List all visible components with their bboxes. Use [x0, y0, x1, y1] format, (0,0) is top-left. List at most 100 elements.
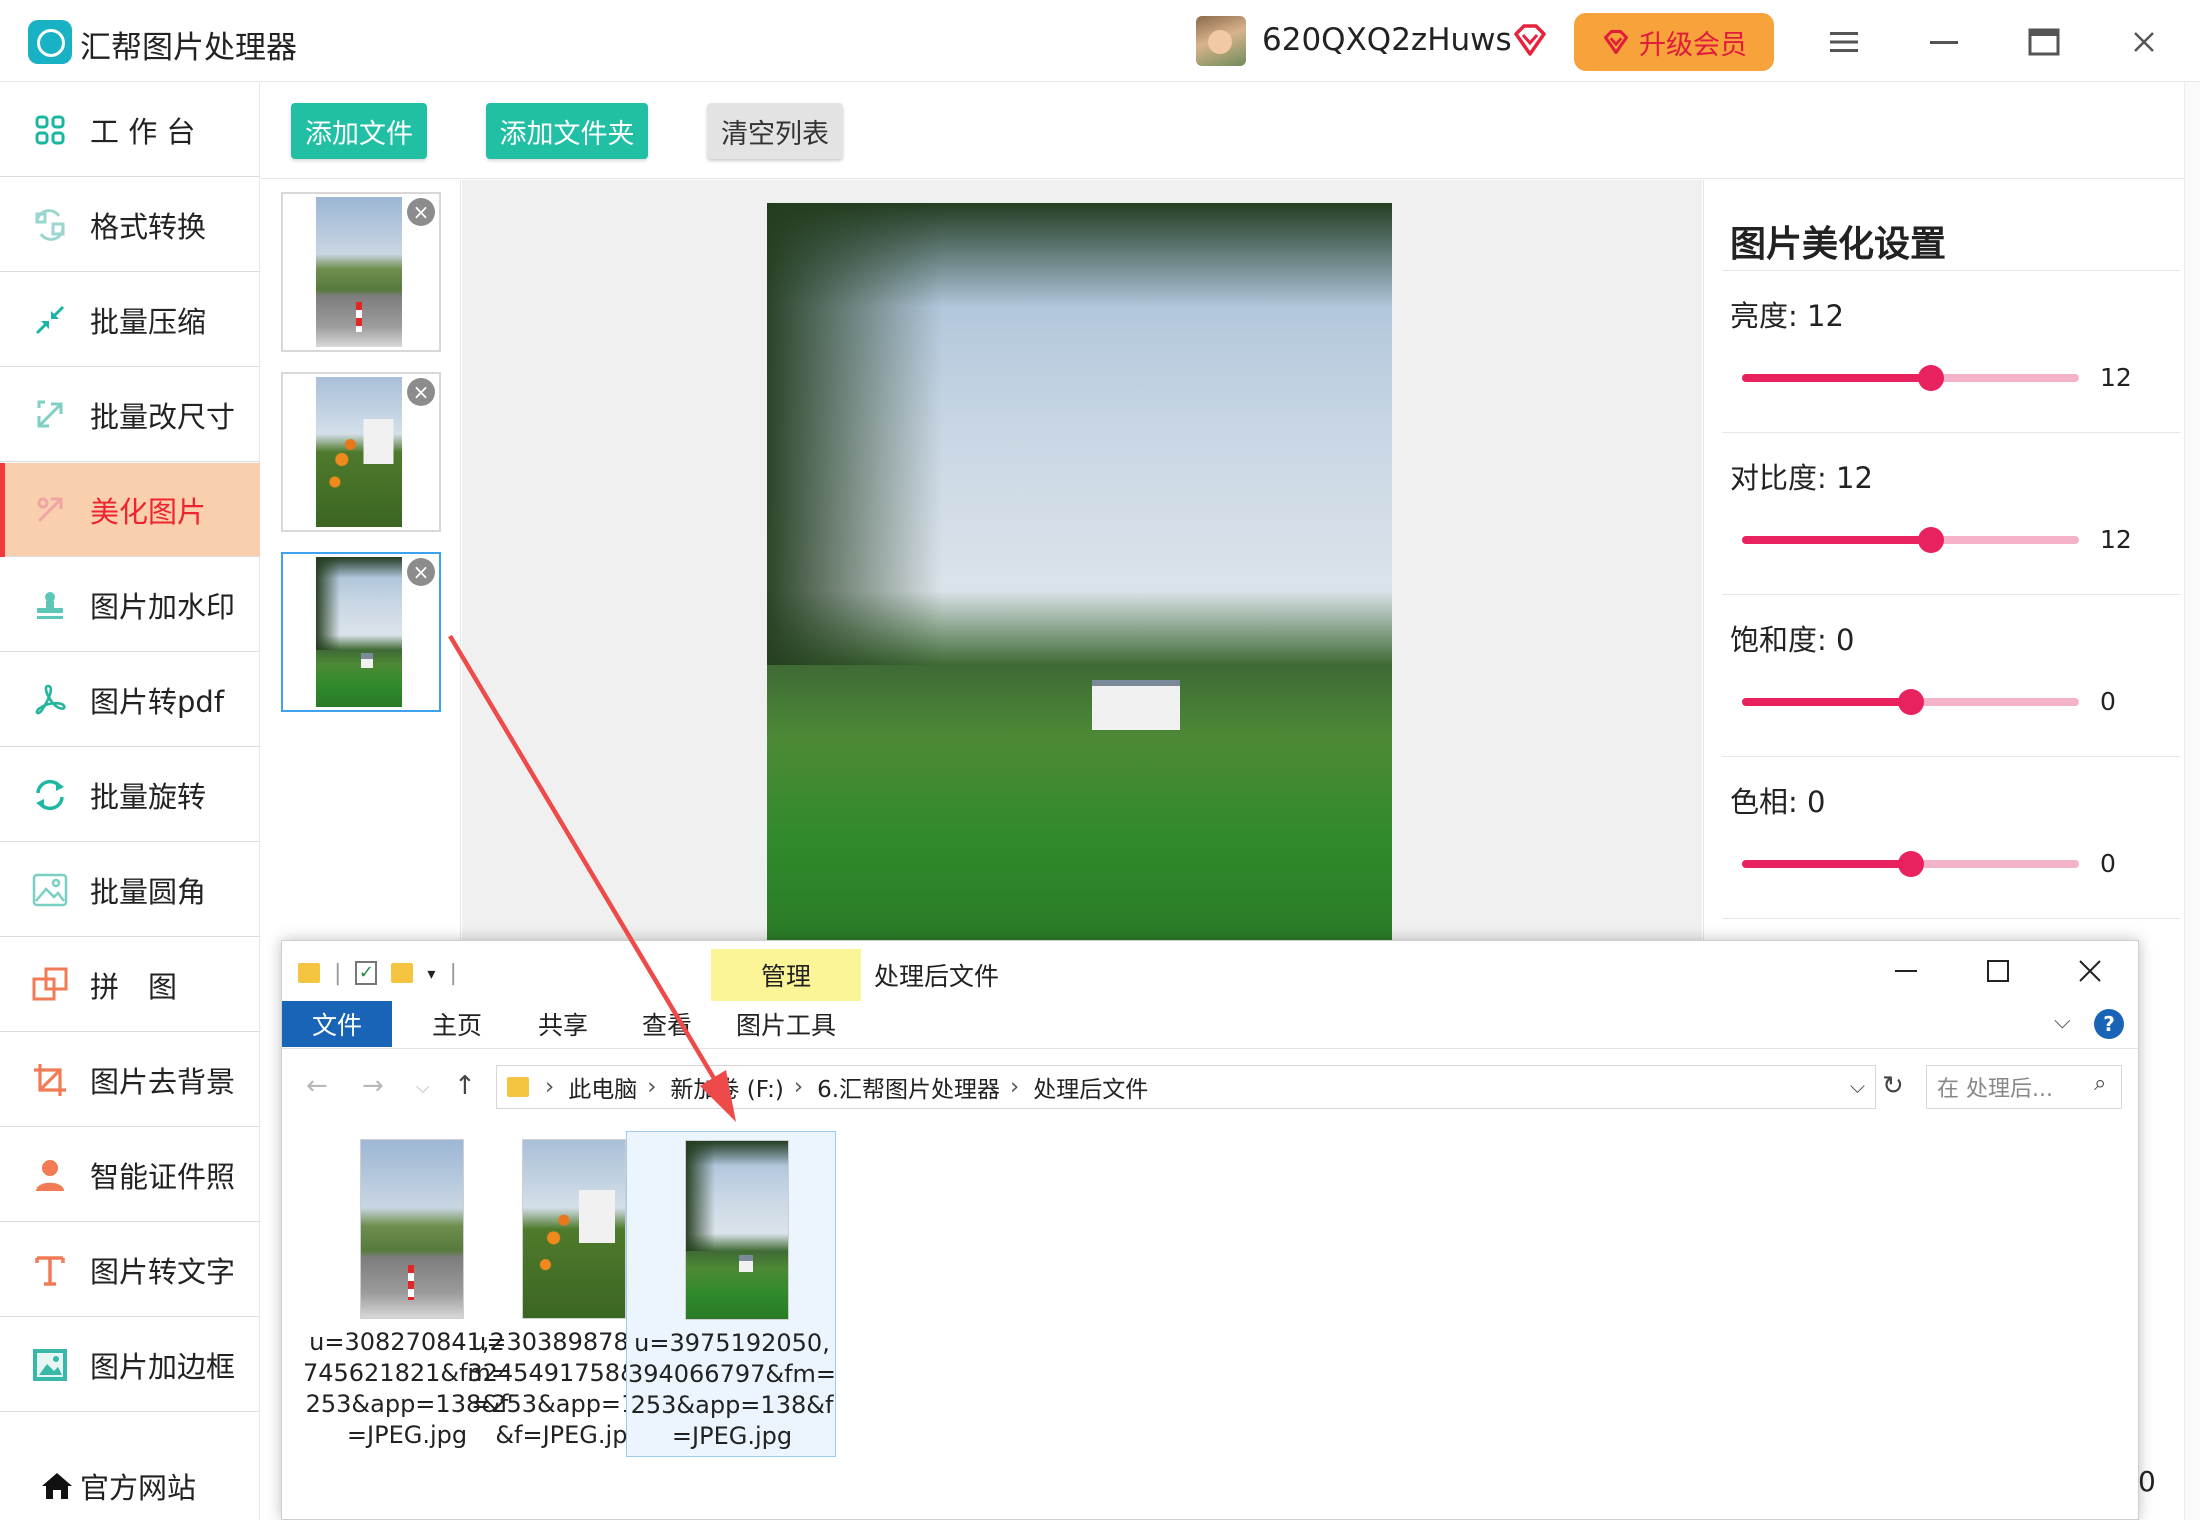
- maximize-icon[interactable]: [2022, 20, 2066, 64]
- puzzle-icon: [32, 967, 68, 1003]
- properties-icon[interactable]: ✓: [355, 961, 378, 985]
- app-logo-icon: [28, 20, 72, 64]
- clear-list-button[interactable]: 清空列表: [707, 103, 843, 159]
- remove-icon[interactable]: ×: [407, 198, 435, 226]
- sidebar-item-batch-compress[interactable]: 批量压缩: [0, 273, 260, 367]
- sidebar-item-puzzle[interactable]: 拼 图: [0, 938, 260, 1032]
- manage-tab[interactable]: 管理: [711, 949, 861, 1001]
- sidebar-item-label: 格式转换: [90, 209, 207, 244]
- remove-icon[interactable]: ×: [407, 378, 435, 406]
- thumbnail-item-selected[interactable]: ×: [281, 552, 441, 712]
- minimize-icon[interactable]: [1876, 951, 1936, 991]
- sidebar-item-label: 拼 图: [90, 969, 178, 1004]
- sidebar-item-label: 图片加水印: [90, 589, 236, 624]
- slider-handle[interactable]: [1897, 689, 1924, 715]
- sidebar-item-label: 批量压缩: [90, 304, 207, 339]
- file-thumbnail: [360, 1139, 464, 1319]
- hamburger-icon[interactable]: [1822, 20, 1866, 64]
- add-file-button[interactable]: 添加文件: [291, 103, 427, 159]
- sidebar-item-format-convert[interactable]: 格式转换: [0, 178, 260, 272]
- scrollbar[interactable]: [2184, 82, 2200, 1520]
- hue-value: 0: [2100, 849, 2116, 878]
- preview-image: [767, 203, 1392, 948]
- grid-icon: [32, 112, 68, 148]
- sidebar-item-workbench[interactable]: 工 作 台: [0, 83, 260, 177]
- slider-fill: [1742, 536, 1931, 544]
- sidebar-item-label: 美化图片: [90, 494, 207, 529]
- tab-view[interactable]: 查看: [612, 1001, 722, 1047]
- frame-icon: [32, 1347, 68, 1383]
- slider-handle[interactable]: [1897, 851, 1924, 877]
- breadcrumb-app-folder[interactable]: 6.汇帮图片处理器: [817, 1070, 1000, 1104]
- address-bar[interactable]: › 此电脑 › 新加卷 (F:) › 6.汇帮图片处理器 › 处理后文件 ⌵: [496, 1065, 1876, 1109]
- breadcrumb-drive[interactable]: 新加卷 (F:): [670, 1070, 783, 1104]
- ribbon-tabs: 文件 主页 共享 查看 图片工具 ⌵ ?: [282, 1001, 2138, 1049]
- maximize-icon[interactable]: [1968, 951, 2028, 991]
- breadcrumb-this-pc[interactable]: 此电脑: [568, 1070, 637, 1104]
- search-icon[interactable]: ⌕: [2094, 1071, 2106, 1096]
- close-icon[interactable]: [2122, 20, 2166, 64]
- help-icon[interactable]: ?: [2094, 1009, 2124, 1039]
- sidebar: 工 作 台 格式转换 批量压缩 批量改尺寸 美化图片 图片加水印 图片转pdf …: [0, 83, 260, 1520]
- brightness-slider[interactable]: [1742, 365, 2079, 391]
- divider: [1722, 270, 2180, 271]
- rotate-icon: [32, 777, 68, 813]
- text-icon: [32, 1252, 68, 1288]
- search-input[interactable]: 在 处理后...: [1926, 1065, 2122, 1109]
- navigation-bar: ← → ⌵ ↑ › 此电脑 › 新加卷 (F:) › 6.汇帮图片处理器 › 处…: [282, 1059, 2138, 1115]
- new-folder-icon[interactable]: [391, 963, 414, 983]
- hue-slider[interactable]: [1742, 851, 2079, 877]
- saturation-slider[interactable]: [1742, 689, 2079, 715]
- forward-icon[interactable]: →: [362, 1071, 384, 1101]
- contrast-label: 对比度: 12: [1730, 461, 1873, 495]
- thumbnail-item[interactable]: ×: [281, 372, 441, 532]
- up-icon[interactable]: ↑: [454, 1071, 476, 1101]
- chevron-down-icon[interactable]: ⌵: [416, 1077, 430, 1098]
- explorer-title: 处理后文件: [874, 962, 1000, 991]
- slider-handle[interactable]: [1917, 365, 1944, 391]
- tab-share[interactable]: 共享: [508, 1001, 618, 1047]
- slider-handle[interactable]: [1917, 527, 1944, 553]
- upgrade-label: 升级会员: [1639, 29, 1747, 61]
- chevron-down-icon[interactable]: ⌵: [1850, 1074, 1865, 1098]
- refresh-icon[interactable]: ↻: [1882, 1071, 1904, 1101]
- crop-icon: [32, 1062, 68, 1098]
- sidebar-item-border[interactable]: 图片加边框: [0, 1318, 260, 1412]
- file-item-selected[interactable]: u=3975192050,394066797&fm=253&app=138&f=…: [626, 1131, 836, 1457]
- upgrade-vip-button[interactable]: 升级会员: [1574, 13, 1774, 71]
- back-icon[interactable]: ←: [306, 1071, 328, 1101]
- tab-picture-tools[interactable]: 图片工具: [711, 1001, 861, 1047]
- sidebar-item-batch-rotate[interactable]: 批量旋转: [0, 748, 260, 842]
- brightness-label: 亮度: 12: [1730, 299, 1844, 333]
- breadcrumb-output-folder[interactable]: 处理后文件: [1033, 1070, 1148, 1104]
- close-icon[interactable]: [2060, 951, 2120, 991]
- add-folder-button[interactable]: 添加文件夹: [486, 103, 648, 159]
- sidebar-item-id-photo[interactable]: 智能证件照: [0, 1128, 260, 1222]
- file-name: u=3975192050,394066797&fm=253&app=138&f=…: [627, 1329, 837, 1450]
- beautify-icon: [32, 492, 68, 528]
- tab-file[interactable]: 文件: [282, 1001, 392, 1047]
- sidebar-item-beautify[interactable]: 美化图片: [0, 463, 260, 557]
- thumbnail-item[interactable]: ×: [281, 192, 441, 352]
- edge-text: 0: [2138, 1465, 2156, 1498]
- sidebar-item-round-corner[interactable]: 批量圆角: [0, 843, 260, 937]
- sidebar-item-to-pdf[interactable]: 图片转pdf: [0, 653, 260, 747]
- sidebar-item-watermark[interactable]: 图片加水印: [0, 558, 260, 652]
- sidebar-item-batch-resize[interactable]: 批量改尺寸: [0, 368, 260, 462]
- folder-icon[interactable]: [298, 963, 320, 983]
- username[interactable]: 620QXQ2zHuws: [1262, 22, 1512, 58]
- contrast-slider[interactable]: [1742, 527, 2079, 553]
- official-website-link[interactable]: 官方网站: [40, 1465, 196, 1507]
- divider: [1722, 432, 2180, 433]
- minimize-icon[interactable]: [1922, 20, 1966, 64]
- sidebar-item-label: 工 作 台: [90, 114, 196, 149]
- chevron-down-icon[interactable]: ▾: [427, 964, 435, 983]
- avatar[interactable]: [1196, 16, 1246, 66]
- remove-icon[interactable]: ×: [407, 558, 435, 586]
- tab-home[interactable]: 主页: [402, 1001, 512, 1047]
- chevron-down-icon[interactable]: ⌵: [2054, 1009, 2071, 1034]
- toolbar: 添加文件 添加文件夹 清空列表: [261, 83, 2200, 179]
- sidebar-item-remove-background[interactable]: 图片去背景: [0, 1033, 260, 1127]
- sidebar-item-ocr[interactable]: 图片转文字: [0, 1223, 260, 1317]
- hue-label: 色相: 0: [1730, 785, 1826, 819]
